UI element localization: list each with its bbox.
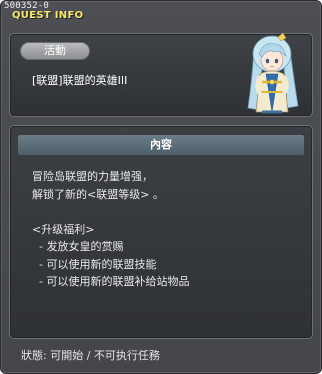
description-line: - 发放女皇的赏赐 bbox=[32, 240, 124, 253]
quest-content-panel: 內容 冒险岛联盟的力量增强， 解锁了新的<联盟等级> 。 <升级福利> - 发放… bbox=[9, 125, 313, 339]
content-section-header: 內容 bbox=[18, 135, 304, 155]
description-line: 解锁了新的<联盟等级> 。 bbox=[32, 187, 164, 201]
description-line: - 可以使用新的联盟补给站物品 bbox=[32, 275, 190, 288]
quest-name: [联盟]联盟的英雄III bbox=[32, 74, 128, 87]
quest-category-badge: 活動 bbox=[20, 42, 90, 60]
description-line: - 可以使用新的联盟技能 bbox=[32, 257, 157, 271]
quest-info-window: 500352-0 QUEST INFO 活動 [联盟]联盟的英雄III 內容 冒… bbox=[0, 0, 322, 374]
quest-header-panel: 活動 [联盟]联盟的英雄III bbox=[9, 32, 313, 117]
description-line bbox=[32, 203, 302, 221]
window-title: QUEST INFO bbox=[12, 10, 84, 21]
description-line: 冒险岛联盟的力量增强， bbox=[32, 170, 153, 183]
npc-portrait-icon bbox=[247, 32, 299, 114]
quest-status-text: 狀態: 可開始 / 不可执行任務 bbox=[21, 349, 160, 362]
quest-description: 冒险岛联盟的力量增强， 解锁了新的<联盟等级> 。 <升级福利> - 发放女皇的… bbox=[32, 168, 302, 291]
description-line: <升级福利> bbox=[32, 222, 95, 236]
